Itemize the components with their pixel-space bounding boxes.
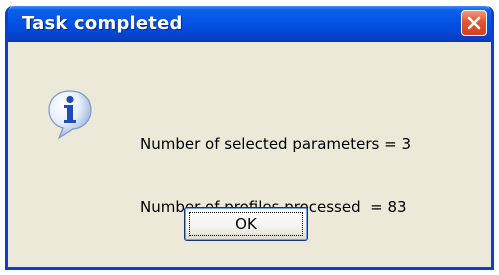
ok-button-label: OK: [235, 215, 257, 233]
title-bar[interactable]: Task completed: [8, 6, 491, 42]
info-icon: [48, 90, 92, 140]
close-button[interactable]: [461, 10, 487, 36]
close-icon: [467, 16, 481, 30]
ok-button[interactable]: OK: [184, 207, 308, 241]
dialog-title: Task completed: [22, 13, 183, 34]
message-line: Number of selected parameters = 3: [140, 135, 411, 153]
message-dialog: Task completed Number of selected parame…: [5, 6, 494, 270]
